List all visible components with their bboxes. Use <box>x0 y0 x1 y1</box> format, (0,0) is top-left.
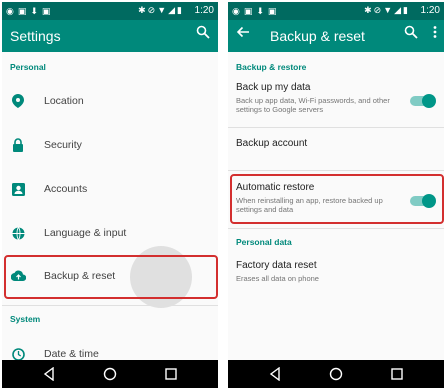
whatsapp-notification-icon: ◉ <box>232 5 240 16</box>
back-arrow-icon[interactable] <box>236 25 250 42</box>
search-icon[interactable] <box>404 25 418 42</box>
backup-reset-screen: ◉ ▣ ⬇ ▣ ✱⊘▼◢▮ 1:20 Backup & reset Backup… <box>228 2 444 388</box>
setting-title: Factory data reset <box>236 260 317 271</box>
account-box-icon <box>10 181 26 197</box>
status-time: 1:20 <box>420 5 440 16</box>
settings-item-security[interactable]: Security <box>2 134 218 156</box>
lock-icon <box>10 137 26 153</box>
status-bar: ◉ ▣ ⬇ ▣ ✱⊘▼◢▮ 1:20 <box>2 2 218 20</box>
item-divider <box>228 228 444 229</box>
gallery-notification-icon: ▣ <box>41 5 51 16</box>
setting-title: Backup account <box>236 138 308 149</box>
download-notification-icon: ⬇ <box>30 5 38 16</box>
section-personal-data: Personal data <box>236 237 292 247</box>
setting-back-up-my-data[interactable]: Back up my data Back up app data, Wi-Fi … <box>228 82 444 122</box>
settings-item-label: Language & input <box>44 227 127 239</box>
item-divider <box>228 127 444 128</box>
image-notification-icon: ▣ <box>243 5 253 16</box>
navigation-bar <box>2 360 218 388</box>
highlight-box-backup-reset <box>4 255 218 299</box>
section-system: System <box>10 314 41 324</box>
item-divider <box>228 170 444 171</box>
back-nav-icon[interactable] <box>268 366 282 386</box>
settings-item-language[interactable]: Language & input <box>2 222 218 244</box>
system-status-icons: ✱⊘▼◢▮ <box>364 5 410 15</box>
search-icon[interactable] <box>196 25 210 42</box>
setting-backup-account[interactable]: Backup account <box>228 138 444 158</box>
setting-title: Back up my data <box>236 82 311 93</box>
setting-subtitle: Back up app data, Wi-Fi passwords, and o… <box>236 96 390 114</box>
settings-item-label: Security <box>44 139 82 151</box>
settings-item-accounts[interactable]: Accounts <box>2 178 218 200</box>
home-nav-icon[interactable] <box>103 367 117 386</box>
status-time: 1:20 <box>194 5 214 16</box>
back-nav-icon[interactable] <box>42 366 56 386</box>
settings-item-location[interactable]: Location <box>2 90 218 112</box>
status-bar: ◉ ▣ ⬇ ▣ ✱⊘▼◢▮ 1:20 <box>228 2 444 20</box>
settings-item-label: Date & time <box>44 348 99 360</box>
section-personal: Personal <box>10 62 46 72</box>
gallery-notification-icon: ▣ <box>267 5 277 16</box>
navigation-bar <box>228 360 444 388</box>
setting-factory-data-reset[interactable]: Factory data reset Erases all data on ph… <box>228 260 444 290</box>
app-bar: Backup & reset <box>228 20 444 52</box>
settings-screen: ◉ ▣ ⬇ ▣ ✱⊘▼◢▮ 1:20 Settings Personal Loc… <box>2 2 218 388</box>
globe-icon <box>10 225 26 241</box>
image-notification-icon: ▣ <box>17 5 27 16</box>
overflow-menu-icon[interactable] <box>432 25 438 42</box>
highlight-box-automatic-restore <box>230 174 444 224</box>
page-title: Backup & reset <box>270 28 365 44</box>
download-notification-icon: ⬇ <box>256 5 264 16</box>
setting-subtitle: Erases all data on phone <box>236 274 319 283</box>
home-nav-icon[interactable] <box>329 367 343 386</box>
settings-item-label: Location <box>44 95 84 107</box>
back-up-my-data-toggle[interactable] <box>410 94 436 108</box>
whatsapp-notification-icon: ◉ <box>6 5 14 16</box>
system-status-icons: ✱⊘▼◢▮ <box>138 5 184 15</box>
page-title: Settings <box>10 28 61 44</box>
section-divider <box>2 305 218 306</box>
section-backup-restore: Backup & restore <box>236 62 307 72</box>
recents-nav-icon[interactable] <box>164 367 178 386</box>
settings-item-label: Accounts <box>44 183 88 195</box>
location-pin-icon <box>10 93 26 109</box>
app-bar: Settings <box>2 20 218 52</box>
recents-nav-icon[interactable] <box>390 367 404 386</box>
